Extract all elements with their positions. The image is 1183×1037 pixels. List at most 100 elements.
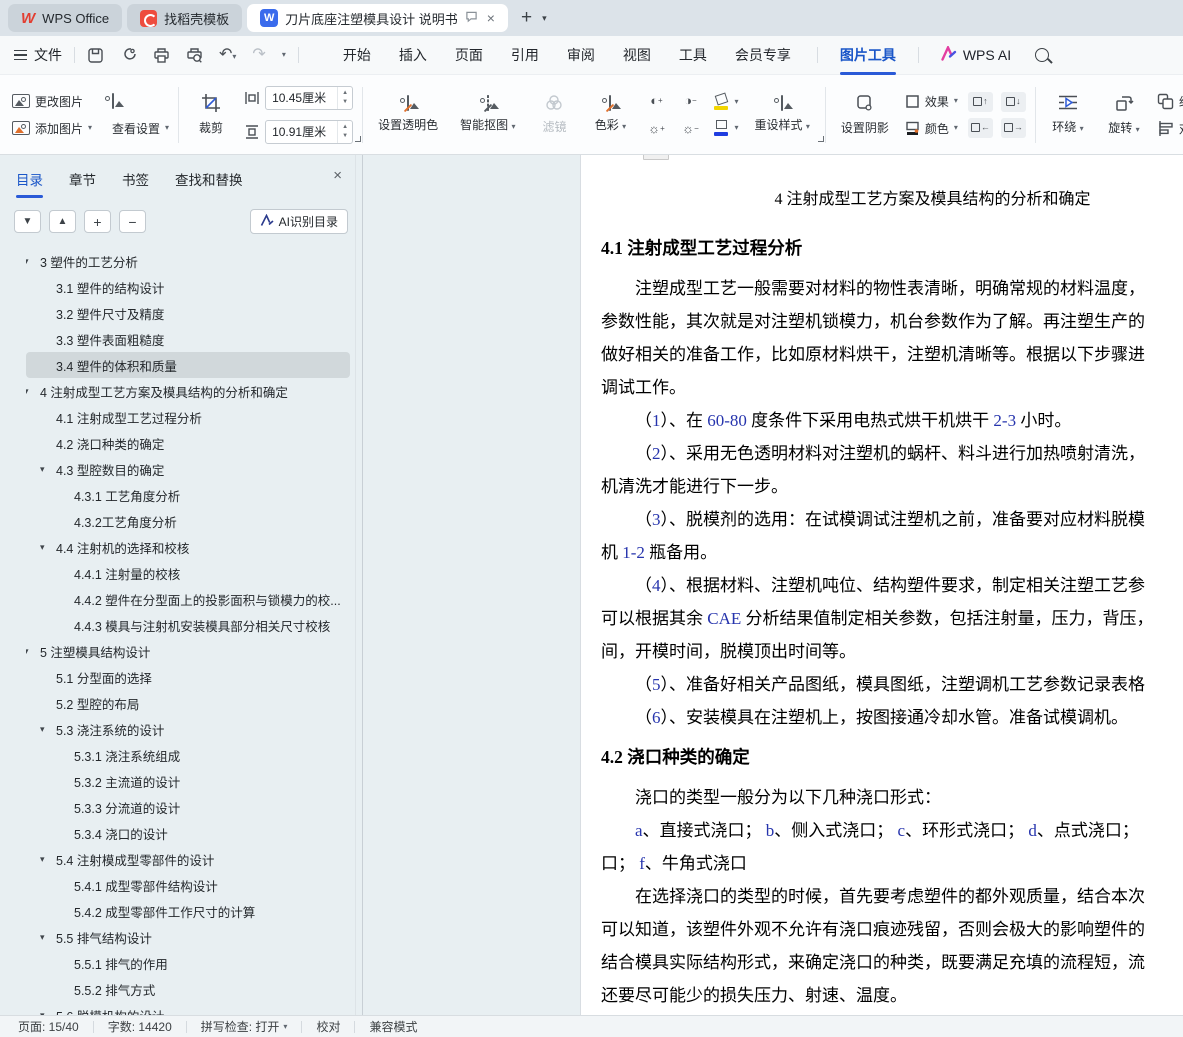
text-wrap-button[interactable]: 环绕 ▾ — [1045, 84, 1091, 146]
toc-item[interactable]: 3.3 塑件表面粗糙度 — [26, 326, 350, 352]
save-icon[interactable] — [87, 47, 104, 64]
toc-item[interactable]: ▾ 5 注塑模具结构设计 — [26, 638, 350, 664]
sidebar-tab-bookmarks[interactable]: 书签 — [122, 169, 149, 189]
toc-expand-arrow-icon[interactable]: ▾ — [26, 256, 29, 267]
effects-button[interactable]: 效果 ▾ — [905, 93, 958, 110]
spellcheck-toggle[interactable]: 拼写检查: 打开 ▾ — [201, 1018, 288, 1035]
redo-button[interactable]: ↷ — [252, 46, 265, 64]
toc-item[interactable]: ▾ 4.4 注射机的选择和校核 — [26, 534, 350, 560]
toc-expand-arrow-icon[interactable]: ▾ — [26, 386, 29, 397]
toc-expand-arrow-icon[interactable]: ▾ — [40, 932, 45, 943]
menu-tab-member[interactable]: 会员专享 — [735, 45, 791, 65]
menu-tab-reference[interactable]: 引用 — [511, 45, 539, 65]
bring-forward-icon[interactable]: ↑ — [967, 91, 993, 112]
toc-item[interactable]: ▾ 5.4 注射模成型零部件的设计 — [26, 846, 350, 872]
highlight-color-button[interactable]: ▾ — [713, 94, 738, 110]
toc-item[interactable]: 5.3.1 浇注系统组成 — [26, 742, 350, 768]
comment-icon[interactable] — [465, 11, 478, 25]
rotate-button[interactable]: 旋转 ▾ — [1101, 84, 1147, 146]
width-input[interactable]: 10.45厘米 ▲ ▼ — [265, 85, 354, 110]
search-icon[interactable] — [1035, 48, 1050, 62]
change-picture-button[interactable]: 更改图片 — [12, 93, 92, 110]
contrast-decrease-icon[interactable]: ◑ − — [677, 90, 703, 112]
send-to-back-icon[interactable]: → — [1000, 117, 1026, 138]
brightness-decrease-icon[interactable]: ☼ − — [677, 118, 703, 140]
toc-item[interactable]: 4.3.1 工艺角度分析 — [26, 482, 350, 508]
toc-item[interactable]: ▾5.6 脱模机构的设计 — [26, 1002, 350, 1016]
toc-item[interactable]: 5.4.2 成型零部件工作尺寸的计算 — [26, 898, 350, 924]
print-preview-icon[interactable] — [186, 47, 203, 64]
toc-item[interactable]: 4.2 浇口种类的确定 — [26, 430, 350, 456]
sidebar-tab-find-replace[interactable]: 查找和替换 — [175, 169, 243, 189]
align-button[interactable]: 对齐 ▾ — [1157, 120, 1183, 137]
dialog-launcher-icon[interactable] — [817, 135, 824, 142]
export-pdf-icon[interactable] — [120, 47, 137, 64]
print-icon[interactable] — [153, 47, 170, 64]
toc-item[interactable]: ▾ 5.3 浇注系统的设计 — [26, 716, 350, 742]
sidebar-tab-toc[interactable]: 目录 — [16, 169, 43, 198]
file-menu-button[interactable]: 文件 — [14, 45, 62, 65]
customize-toolbar-chevron-icon[interactable]: ▾ — [282, 51, 286, 59]
toc-item[interactable]: ▾ 4.3 型腔数目的确定 — [26, 456, 350, 482]
next-heading-button[interactable]: ▼ — [14, 210, 41, 233]
set-transparent-color-button[interactable]: 设置透明色 — [372, 84, 444, 146]
toc-item[interactable]: 3.2 塑件尺寸及精度 — [26, 300, 350, 326]
color-button[interactable]: 色彩 ▾ — [587, 84, 633, 146]
page-gap-handle[interactable] — [643, 155, 669, 160]
picture-settings-button[interactable] — [112, 93, 169, 109]
menu-tab-page[interactable]: 页面 — [455, 45, 483, 65]
toc-item[interactable]: 5.3.4 浇口的设计 — [26, 820, 350, 846]
word-count[interactable]: 字数: 14420 — [108, 1018, 172, 1035]
toc-item[interactable]: 4.4.1 注射量的校核 — [26, 560, 350, 586]
contrast-increase-icon[interactable]: ◐ + — [643, 90, 669, 112]
toc-expand-arrow-icon[interactable]: ▾ — [40, 464, 45, 475]
toc-expand-arrow-icon[interactable]: ▾ — [40, 854, 45, 865]
compatibility-mode-indicator[interactable]: 兼容模式 — [369, 1018, 417, 1035]
toc-item[interactable]: 5.1 分型面的选择 — [26, 664, 350, 690]
previous-heading-button[interactable]: ▲ — [49, 210, 76, 233]
height-input[interactable]: 10.91厘米 ▲ ▼ — [265, 119, 354, 144]
menu-tab-wps-ai[interactable]: WPS AI — [941, 44, 1011, 64]
reset-style-button[interactable]: 重设样式 ▾ — [748, 84, 815, 146]
menu-tab-home[interactable]: 开始 — [343, 45, 371, 65]
toc-item[interactable]: 3.1 塑件的结构设计 — [26, 274, 350, 300]
send-backward-icon[interactable]: ↓ — [1000, 91, 1026, 112]
toc-expand-arrow-icon[interactable]: ▾ — [26, 646, 29, 657]
page-indicator[interactable]: 页面: 15/40 — [18, 1018, 79, 1035]
shadow-color-button[interactable]: 颜色 ▾ — [905, 120, 958, 137]
toc-item[interactable]: 5.2 型腔的布局 — [26, 690, 350, 716]
close-sidebar-icon[interactable]: × — [333, 167, 342, 184]
menu-tab-review[interactable]: 审阅 — [567, 45, 595, 65]
toc-item[interactable]: 4.1 注射成型工艺过程分析 — [26, 404, 350, 430]
proofread-button[interactable]: 校对 — [316, 1018, 340, 1035]
toc-expand-arrow-icon[interactable]: ▾ — [40, 542, 45, 553]
new-tab-button[interactable]: + — [521, 7, 532, 29]
width-stepper[interactable]: ▲ ▼ — [337, 86, 352, 109]
toc-item[interactable]: 4.4.3 模具与注射机安装模具部分相关尺寸校核 — [26, 612, 350, 638]
tab-list-chevron-icon[interactable]: ▾ — [542, 13, 547, 24]
collapse-all-button[interactable]: − — [119, 210, 146, 233]
smart-cutout-button[interactable]: 智能抠图 ▾ — [454, 84, 521, 146]
tab-docer-templates[interactable]: 找稻壳模板 — [127, 4, 243, 32]
undo-button[interactable]: ↶▾ — [219, 46, 236, 64]
add-picture-button[interactable]: 添加图片 ▾ — [12, 120, 92, 137]
height-stepper[interactable]: ▲ ▼ — [337, 120, 352, 143]
dialog-launcher-icon[interactable] — [355, 135, 362, 142]
tab-wps-office[interactable]: W WPS Office — [8, 4, 123, 32]
tab-document[interactable]: W 刀片底座注塑模具设计 说明书 × — [247, 4, 508, 32]
toc-item[interactable]: 5.4.1 成型零部件结构设计 — [26, 872, 350, 898]
menu-tab-insert[interactable]: 插入 — [399, 45, 427, 65]
picture-outline-button[interactable]: ▾ — [713, 119, 738, 136]
ai-recognize-toc-button[interactable]: AI识别目录 — [249, 209, 348, 234]
menu-tab-tools[interactable]: 工具 — [679, 45, 707, 65]
view-settings-button[interactable]: 查看设置 ▾ — [112, 120, 169, 137]
toc-item[interactable]: 5.5.1 排气的作用 — [26, 950, 350, 976]
toc-item[interactable]: ▾ 5.5 排气结构设计 — [26, 924, 350, 950]
menu-tab-view[interactable]: 视图 — [623, 45, 651, 65]
brightness-increase-icon[interactable]: ☼ + — [643, 118, 669, 140]
toc-item[interactable]: 5.3.3 分流道的设计 — [26, 794, 350, 820]
toc-item[interactable]: ▾ 3 塑件的工艺分析 — [26, 248, 350, 274]
expand-all-button[interactable]: + — [84, 210, 111, 233]
toc-item[interactable]: ▾ 4 注射成型工艺方案及模具结构的分析和确定 — [26, 378, 350, 404]
toc-item[interactable]: 5.5.2 排气方式 — [26, 976, 350, 1002]
